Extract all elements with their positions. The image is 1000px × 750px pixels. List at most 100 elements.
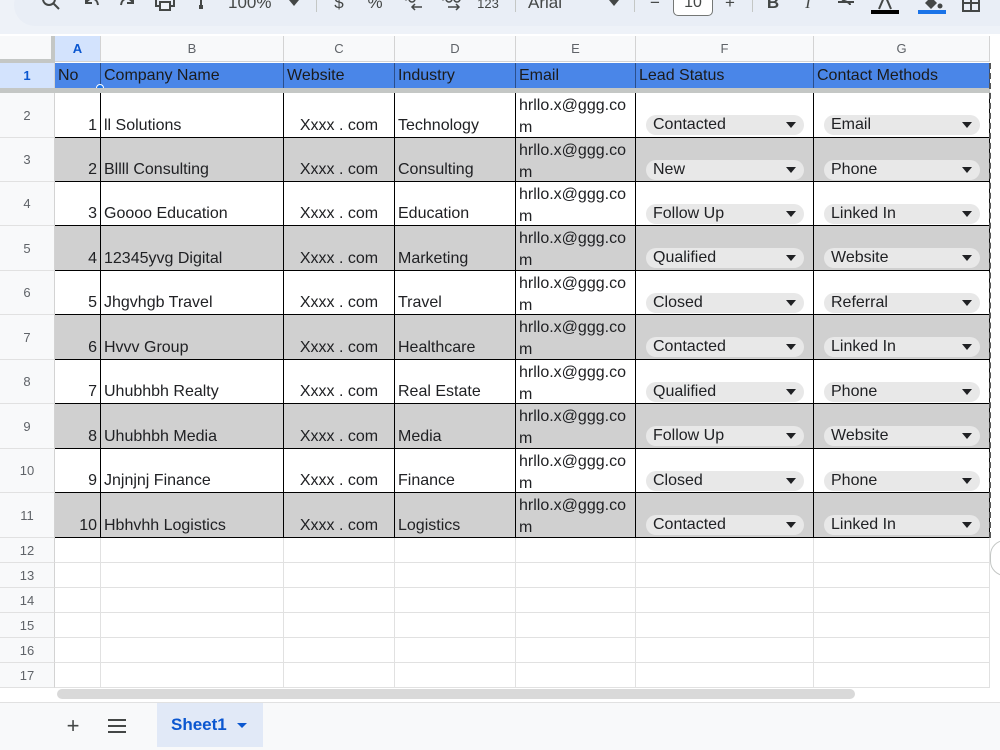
cell-no[interactable]: 7 bbox=[55, 360, 101, 404]
contact-method-dropdown[interactable]: Email bbox=[824, 115, 980, 135]
row-header-17[interactable]: 17 bbox=[0, 663, 55, 688]
cell-company[interactable]: Hbhvhh Logistics bbox=[101, 493, 284, 538]
cell-industry[interactable]: Finance bbox=[395, 449, 516, 493]
cell-contact-method[interactable]: Email bbox=[814, 93, 990, 138]
empty-cell[interactable] bbox=[101, 563, 284, 588]
lead-status-dropdown[interactable]: Follow Up bbox=[646, 426, 804, 446]
empty-cell[interactable] bbox=[284, 613, 395, 638]
empty-cell[interactable] bbox=[636, 563, 814, 588]
cell-contact-method[interactable]: Phone bbox=[814, 360, 990, 404]
cell-email[interactable]: hrllo.x@ggg.com bbox=[516, 271, 636, 315]
empty-cell[interactable] bbox=[101, 588, 284, 613]
lead-status-dropdown[interactable]: Follow Up bbox=[646, 204, 804, 224]
column-header-d[interactable]: D bbox=[395, 36, 516, 62]
column-header-c[interactable]: C bbox=[284, 36, 395, 62]
header-cell-lead-status[interactable]: Lead Status bbox=[636, 63, 814, 89]
borders-icon[interactable] bbox=[960, 0, 982, 14]
empty-cell[interactable] bbox=[636, 663, 814, 688]
percent-format-button[interactable]: % bbox=[364, 0, 386, 14]
cell-company[interactable]: ll Solutions bbox=[101, 93, 284, 138]
lead-status-dropdown[interactable]: Contacted bbox=[646, 515, 804, 535]
strikethrough-icon[interactable] bbox=[834, 0, 858, 14]
undo-icon[interactable] bbox=[78, 0, 104, 14]
lead-status-dropdown[interactable]: New bbox=[646, 160, 804, 180]
cell-no[interactable]: 8 bbox=[55, 404, 101, 449]
empty-cell[interactable] bbox=[101, 663, 284, 688]
cell-contact-method[interactable]: Linked In bbox=[814, 315, 990, 360]
empty-cell[interactable] bbox=[814, 663, 990, 688]
cell-industry[interactable]: Travel bbox=[395, 271, 516, 315]
empty-cell[interactable] bbox=[55, 588, 101, 613]
row-header-12[interactable]: 12 bbox=[0, 538, 55, 563]
cell-lead-status[interactable]: Qualified bbox=[636, 360, 814, 404]
cell-company[interactable]: Jnjnjnj Finance bbox=[101, 449, 284, 493]
cell-no[interactable]: 4 bbox=[55, 226, 101, 271]
cell-email[interactable]: hrllo.x@ggg.com bbox=[516, 226, 636, 271]
cell-website[interactable]: Xxxx . com bbox=[284, 271, 395, 315]
contact-method-dropdown[interactable]: Phone bbox=[824, 471, 980, 491]
paint-format-icon[interactable] bbox=[190, 0, 214, 14]
cell-website[interactable]: Xxxx . com bbox=[284, 449, 395, 493]
lead-status-dropdown[interactable]: Contacted bbox=[646, 337, 804, 357]
empty-cell[interactable] bbox=[814, 638, 990, 663]
empty-cell[interactable] bbox=[395, 613, 516, 638]
sheet-tab-sheet1[interactable]: Sheet1 bbox=[157, 703, 263, 747]
cell-industry[interactable]: Media bbox=[395, 404, 516, 449]
empty-cell[interactable] bbox=[395, 638, 516, 663]
column-header-g[interactable]: G bbox=[814, 36, 990, 62]
row-header-9[interactable]: 9 bbox=[0, 404, 55, 449]
cell-company[interactable]: Bllll Consulting bbox=[101, 138, 284, 182]
cell-no[interactable]: 5 bbox=[55, 271, 101, 315]
empty-cell[interactable] bbox=[516, 663, 636, 688]
cell-lead-status[interactable]: Closed bbox=[636, 271, 814, 315]
empty-cell[interactable] bbox=[636, 538, 814, 563]
header-cell-company[interactable]: Company Name bbox=[101, 63, 284, 89]
empty-cell[interactable] bbox=[55, 538, 101, 563]
cell-website[interactable]: Xxxx . com bbox=[284, 315, 395, 360]
cell-email[interactable]: hrllo.x@ggg.com bbox=[516, 93, 636, 138]
cell-no[interactable]: 6 bbox=[55, 315, 101, 360]
cell-website[interactable]: Xxxx . com bbox=[284, 493, 395, 538]
row-header-2[interactable]: 2 bbox=[0, 93, 55, 138]
cell-industry[interactable]: Education bbox=[395, 182, 516, 226]
all-sheets-icon[interactable] bbox=[108, 713, 132, 739]
row-header-1[interactable]: 1 bbox=[0, 63, 55, 89]
empty-cell[interactable] bbox=[636, 613, 814, 638]
empty-cell[interactable] bbox=[395, 588, 516, 613]
empty-cell[interactable] bbox=[516, 588, 636, 613]
cell-contact-method[interactable]: Website bbox=[814, 226, 990, 271]
contact-method-dropdown[interactable]: Website bbox=[824, 426, 980, 446]
cell-email[interactable]: hrllo.x@ggg.com bbox=[516, 449, 636, 493]
cell-lead-status[interactable]: Contacted bbox=[636, 93, 814, 138]
row-header-7[interactable]: 7 bbox=[0, 315, 55, 360]
contact-method-dropdown[interactable]: Phone bbox=[824, 160, 980, 180]
contact-method-dropdown[interactable]: Linked In bbox=[824, 204, 980, 224]
column-header-b[interactable]: B bbox=[101, 36, 284, 62]
row-header-15[interactable]: 15 bbox=[0, 613, 55, 638]
empty-cell[interactable] bbox=[395, 538, 516, 563]
cell-company[interactable]: Goooo Education bbox=[101, 182, 284, 226]
add-sheet-button[interactable]: + bbox=[60, 713, 86, 739]
cell-website[interactable]: Xxxx . com bbox=[284, 360, 395, 404]
header-cell-email[interactable]: Email bbox=[516, 63, 636, 89]
cell-contact-method[interactable]: Phone bbox=[814, 138, 990, 182]
more-formats-button[interactable]: 123 bbox=[474, 0, 502, 14]
row-header-4[interactable]: 4 bbox=[0, 182, 55, 226]
font-dropdown-icon[interactable] bbox=[606, 0, 622, 14]
header-cell-website[interactable]: Website bbox=[284, 63, 395, 89]
empty-cell[interactable] bbox=[284, 588, 395, 613]
cell-contact-method[interactable]: Phone bbox=[814, 449, 990, 493]
lead-status-dropdown[interactable]: Closed bbox=[646, 293, 804, 313]
cell-no[interactable]: 2 bbox=[55, 138, 101, 182]
empty-cell[interactable] bbox=[516, 638, 636, 663]
empty-cell[interactable] bbox=[101, 613, 284, 638]
lead-status-dropdown[interactable]: Qualified bbox=[646, 248, 804, 268]
contact-method-dropdown[interactable]: Linked In bbox=[824, 337, 980, 357]
lead-status-dropdown[interactable]: Qualified bbox=[646, 382, 804, 402]
lead-status-dropdown[interactable]: Closed bbox=[646, 471, 804, 491]
cell-industry[interactable]: Technology bbox=[395, 93, 516, 138]
cell-lead-status[interactable]: Contacted bbox=[636, 493, 814, 538]
cell-website[interactable]: Xxxx . com bbox=[284, 93, 395, 138]
empty-cell[interactable] bbox=[516, 563, 636, 588]
row-header-6[interactable]: 6 bbox=[0, 271, 55, 315]
